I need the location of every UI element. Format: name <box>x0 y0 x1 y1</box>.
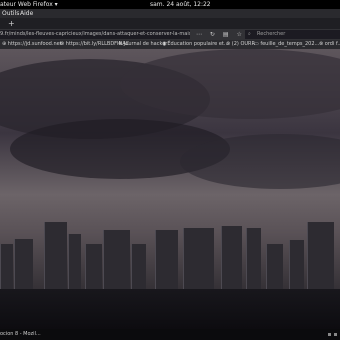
building <box>221 226 242 294</box>
taskbar: ocion 8 - Mozil... <box>0 329 340 340</box>
building <box>246 228 261 294</box>
building <box>307 222 334 294</box>
building <box>266 244 283 294</box>
bookmark-item[interactable]: ⊕ https://jd.sunfood.net <box>2 40 62 49</box>
taskbar-window-button[interactable]: ocion 8 - Mozil... <box>0 329 41 340</box>
search-icon: ⌕ <box>248 31 251 37</box>
clock[interactable]: sam. 24 août, 12:22 <box>150 0 211 9</box>
building <box>131 244 146 294</box>
building <box>85 244 102 294</box>
reader-icon[interactable]: ▤ <box>223 31 232 38</box>
bookmark-star-icon[interactable]: ☆ <box>236 31 244 38</box>
building <box>68 234 81 294</box>
url-bar[interactable]: 9.fr/minds/les-fleuves-capricieux/images… <box>0 30 190 39</box>
bookmarks-toolbar: ⊕ https://jd.sunfood.net ⊗ https://bit.l… <box>0 40 340 49</box>
app-menu[interactable]: ateur Web Firefox ▾ <box>0 0 58 9</box>
refresh-icon[interactable]: ↻ <box>210 31 218 38</box>
building <box>155 230 178 294</box>
building <box>103 230 130 294</box>
page-actions-icon[interactable]: ⋯ <box>196 31 205 38</box>
tab-strip: + <box>0 18 340 29</box>
navigation-toolbar: 9.fr/minds/les-fleuves-capricieux/images… <box>0 29 340 40</box>
bookmark-item[interactable]: ⊗ Journal de hacker <box>118 40 167 49</box>
search-box[interactable]: ⌕ Rechercher <box>245 30 340 39</box>
ground-foreground <box>0 289 340 329</box>
building <box>44 222 67 294</box>
system-top-bar: ateur Web Firefox ▾ sam. 24 août, 12:22 <box>0 0 340 9</box>
menu-bar: Outils Aide <box>0 9 340 18</box>
menu-item-aide[interactable]: Aide <box>20 9 33 18</box>
search-placeholder: Rechercher <box>257 31 286 37</box>
bookmark-item[interactable]: ⊗ ordi f... <box>319 40 340 49</box>
menu-item-outils[interactable]: Outils <box>2 9 19 18</box>
page-image-storm-cityscape <box>0 49 340 329</box>
building <box>183 228 214 294</box>
workspace-icon[interactable] <box>328 333 331 336</box>
bookmark-item[interactable]: ⊗ (2) OURR <box>226 40 255 49</box>
new-tab-button[interactable]: + <box>8 18 15 29</box>
building <box>14 239 33 294</box>
bookmark-item[interactable]: ▭ feuille_de_temps_202... <box>254 40 319 49</box>
bookmark-item[interactable]: ▮ Éducation populaire et... <box>163 40 229 49</box>
workspace-icon[interactable] <box>334 333 337 336</box>
building <box>289 240 304 294</box>
url-bar-actions: ⋯ ↻ ▤ ☆ <box>196 30 245 39</box>
building <box>0 244 13 294</box>
